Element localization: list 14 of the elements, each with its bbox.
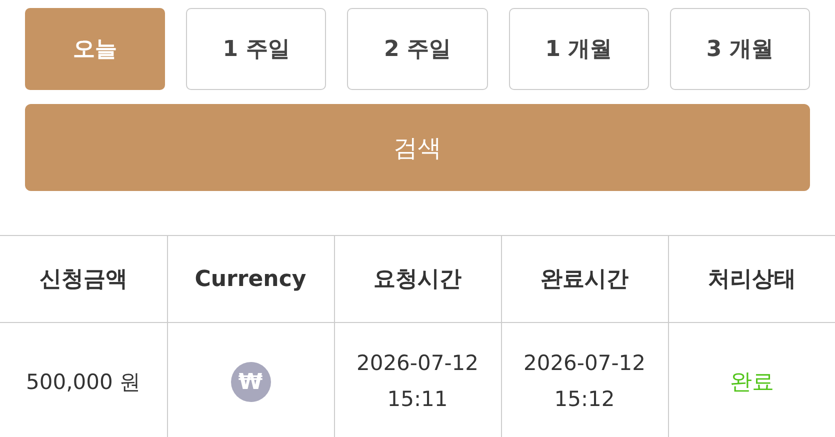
column-header: 처리상태 xyxy=(668,236,835,322)
complete-time: 2026-07-12 15:12 xyxy=(522,350,647,413)
period-tab[interactable]: 2 주일 xyxy=(347,8,488,90)
column-header: 신청금액 xyxy=(0,236,167,322)
column-header: 완료시간 xyxy=(501,236,668,322)
currency-icon: ₩ xyxy=(230,362,270,402)
period-tab[interactable]: 1 주일 xyxy=(186,8,326,90)
period-tab[interactable]: 3 개월 xyxy=(670,8,810,90)
amount-text: 500,000 원 xyxy=(26,370,140,394)
status-text: 완료 xyxy=(730,370,774,395)
column-header: Currency xyxy=(167,236,334,322)
period-tab[interactable]: 1 개월 xyxy=(508,8,649,90)
request-time: 2026-07-12 15:11 xyxy=(355,350,480,413)
column-header: 요청시간 xyxy=(334,236,501,322)
